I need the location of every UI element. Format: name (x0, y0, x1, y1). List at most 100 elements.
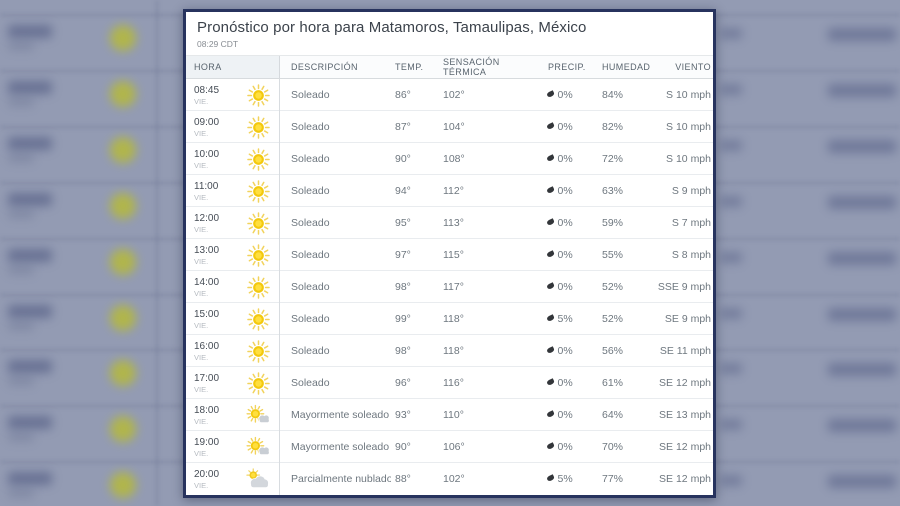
row-feels-like: 102° (439, 89, 542, 101)
row-description: Soleado (280, 377, 391, 389)
bg-blob (110, 193, 136, 219)
bg-blob (110, 416, 136, 442)
row-day: VIE. (194, 353, 219, 362)
row-humidity: 52% (592, 313, 657, 325)
raindrop-icon (547, 474, 555, 481)
forecast-row[interactable]: 12:00 VIE. Soleado (186, 207, 713, 239)
bg-blob (828, 419, 896, 432)
forecast-row[interactable]: 11:00 VIE. Soleado (186, 175, 713, 207)
row-feels-like: 116° (439, 377, 542, 389)
bg-blob (110, 249, 136, 275)
row-humidity: 72% (592, 153, 657, 165)
column-header-temp: TEMP. (391, 62, 439, 72)
hora-cell: 15:00 VIE. (186, 303, 280, 335)
hora-cell: 12:00 VIE. (186, 207, 280, 239)
row-humidity: 63% (592, 185, 657, 197)
time-stack: 12:00 VIE. (194, 213, 219, 234)
row-feels-like: 118° (439, 345, 542, 357)
row-time: 20:00 (194, 469, 219, 480)
sunny-icon (245, 274, 271, 300)
forecast-row[interactable]: 14:00 VIE. Soleado (186, 271, 713, 303)
bg-blob (828, 475, 896, 488)
raindrop-icon (547, 410, 555, 417)
column-header-humedad: HUMEDAD (592, 62, 657, 72)
bg-blob (110, 81, 136, 107)
row-humidity: 84% (592, 89, 657, 101)
row-precip: 0% (542, 217, 592, 229)
bg-blob (8, 322, 34, 330)
row-temp: 88° (391, 473, 439, 485)
row-precip: 5% (542, 473, 592, 485)
raindrop-icon (547, 282, 555, 289)
row-description: Soleado (280, 345, 391, 357)
sunny-icon (245, 370, 271, 396)
row-precip: 0% (542, 377, 592, 389)
row-day: VIE. (194, 449, 219, 458)
forecast-row[interactable]: 16:00 VIE. Soleado (186, 335, 713, 367)
forecast-row[interactable]: 19:00 VIE. (186, 431, 713, 463)
raindrop-icon (547, 90, 555, 97)
hora-cell: 08:45 VIE. (186, 79, 280, 111)
row-precip: 0% (542, 89, 592, 101)
row-precip-value: 0% (558, 217, 573, 229)
bg-blob (720, 363, 742, 374)
bg-blob (8, 137, 52, 150)
row-day: VIE. (194, 289, 219, 298)
mostly-sunny-icon (245, 434, 271, 460)
bg-blob (110, 472, 136, 498)
row-wind: SE 13 mph (657, 409, 713, 421)
forecast-row[interactable]: 18:00 VIE. (186, 399, 713, 431)
row-feels-like: 106° (439, 441, 542, 453)
forecast-row[interactable]: 20:00 VIE. Parcialm (186, 463, 713, 495)
sunny-icon (245, 178, 271, 204)
time-stack: 08:45 VIE. (194, 85, 219, 106)
forecast-row[interactable]: 13:00 VIE. Soleado (186, 239, 713, 271)
hora-cell: 09:00 VIE. (186, 111, 280, 143)
hora-cell: 18:00 VIE. (186, 399, 280, 431)
row-temp: 93° (391, 409, 439, 421)
hora-cell: 20:00 VIE. (186, 463, 280, 495)
column-header-descripcion: DESCRIPCIÓN (280, 62, 391, 72)
bg-blob (8, 360, 52, 373)
raindrop-icon (547, 154, 555, 161)
row-precip-value: 0% (558, 89, 573, 101)
forecast-row[interactable]: 15:00 VIE. Soleado (186, 303, 713, 335)
bg-blob (828, 252, 896, 265)
raindrop-icon (547, 346, 555, 353)
panel-timestamp: 08:29 CDT (197, 39, 702, 49)
row-description: Soleado (280, 121, 391, 133)
row-day: VIE. (194, 97, 219, 106)
sunny-icon (245, 114, 271, 140)
row-precip: 0% (542, 409, 592, 421)
bg-blob (8, 489, 34, 497)
row-time: 14:00 (194, 277, 219, 288)
row-wind: SE 9 mph (657, 313, 713, 325)
row-feels-like: 104° (439, 121, 542, 133)
forecast-row[interactable]: 09:00 VIE. Soleado (186, 111, 713, 143)
row-day: VIE. (194, 129, 219, 138)
bg-blob (8, 472, 52, 485)
forecast-table-body: 08:45 VIE. Soleado (186, 79, 713, 495)
row-precip-value: 0% (558, 409, 573, 421)
time-stack: 14:00 VIE. (194, 277, 219, 298)
raindrop-icon (547, 218, 555, 225)
row-temp: 90° (391, 441, 439, 453)
forecast-row[interactable]: 17:00 VIE. Soleado (186, 367, 713, 399)
bg-blob (8, 416, 52, 429)
row-temp: 95° (391, 217, 439, 229)
column-header-sensacion: SENSACIÓN TÉRMICA (439, 57, 542, 77)
row-description: Soleado (280, 89, 391, 101)
bg-blob (828, 84, 896, 97)
time-stack: 19:00 VIE. (194, 437, 219, 458)
forecast-panel: Pronóstico por hora para Matamoros, Tama… (183, 9, 716, 498)
row-feels-like: 113° (439, 217, 542, 229)
forecast-row[interactable]: 08:45 VIE. Soleado (186, 79, 713, 111)
row-precip-value: 0% (558, 441, 573, 453)
row-feels-like: 108° (439, 153, 542, 165)
forecast-row[interactable]: 10:00 VIE. Soleado (186, 143, 713, 175)
row-wind: S 10 mph (657, 121, 713, 133)
mostly-sunny-icon (245, 402, 271, 428)
column-header-precip: PRECIP. (542, 62, 592, 72)
hora-cell: 13:00 VIE. (186, 239, 280, 271)
row-humidity: 82% (592, 121, 657, 133)
